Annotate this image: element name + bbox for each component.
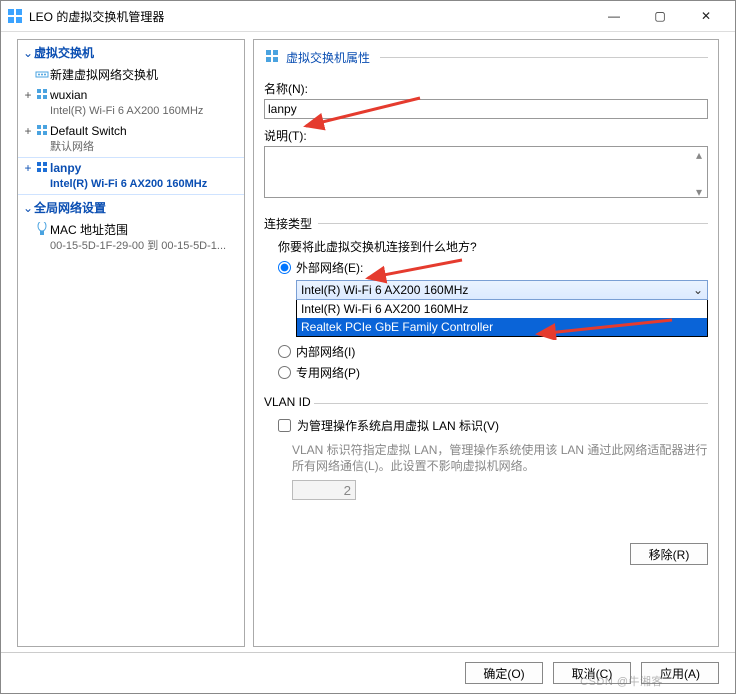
vlan-id-input [292,480,356,500]
radio-private-network[interactable]: 专用网络(P) [278,364,708,381]
section-label: 全局网络设置 [34,199,106,216]
tree-item-lanpy[interactable]: + lanpyIntel(R) Wi-Fi 6 AX200 160MHz [18,157,244,195]
vlan-checkbox-input[interactable] [278,419,291,432]
watermark-text: CSDN @牛湘客 [580,673,663,689]
section-label: 虚拟交换机 [34,44,94,61]
connection-question: 你要将此虚拟交换机连接到什么地方? [278,238,708,255]
section-virtual-switches[interactable]: ⌄ 虚拟交换机 [18,40,244,65]
switch-icon [34,123,50,137]
description-textarea[interactable] [264,146,708,198]
vlan-title: VLAN ID [264,395,311,409]
window-title: LEO 的虚拟交换机管理器 [29,8,591,25]
tree-sublabel: Intel(R) Wi-Fi 6 AX200 160MHz [50,176,207,192]
name-label: 名称(N): [264,80,708,97]
connection-type-title: 连接类型 [264,217,312,231]
tree-item-new-switch[interactable]: 新建虚拟网络交换机 [18,65,244,85]
new-switch-icon [34,67,50,81]
collapse-icon: ⌄ [22,201,34,215]
tree-label: wuxian [50,87,203,103]
checkbox-label: 为管理操作系统启用虚拟 LAN 标识(V) [297,417,499,434]
dropdown-option-realtek[interactable]: Realtek PCIe GbE Family Controller [297,318,707,336]
maximize-button[interactable]: ▢ [637,2,683,30]
adapter-combobox[interactable]: Intel(R) Wi-Fi 6 AX200 160MHz ⌄ [296,280,708,300]
expand-icon[interactable]: + [22,87,34,103]
adapter-dropdown-list: Intel(R) Wi-Fi 6 AX200 160MHz Realtek PC… [296,300,708,337]
minimize-button[interactable]: — [591,2,637,30]
vlan-hint-text: VLAN 标识符指定虚拟 LAN，管理操作系统使用该 LAN 通过此网络适配器进… [292,442,708,474]
collapse-icon: ⌄ [22,46,34,60]
close-button[interactable]: ✕ [683,2,729,30]
tree-item-wuxian[interactable]: + wuxianIntel(R) Wi-Fi 6 AX200 160MHz [18,85,244,121]
tree-item-default-switch[interactable]: + Default Switch默认网络 [18,121,244,157]
radio-internal-input[interactable] [278,345,291,358]
combobox-value: Intel(R) Wi-Fi 6 AX200 160MHz [301,283,468,297]
app-icon [7,8,23,24]
expand-icon[interactable]: + [22,123,34,139]
tree-sublabel: 默认网络 [50,139,127,155]
tree-sublabel: 00-15-5D-1F-29-00 到 00-15-5D-1... [50,238,226,254]
tree-label: 新建虚拟网络交换机 [50,67,158,83]
tree-sublabel: Intel(R) Wi-Fi 6 AX200 160MHz [50,103,203,119]
name-input[interactable] [264,99,708,119]
switch-icon [34,87,50,101]
switch-icon [34,160,50,174]
ok-button[interactable]: 确定(O) [465,662,543,684]
radio-label: 外部网络(E): [296,259,363,276]
radio-private-input[interactable] [278,366,291,379]
radio-label: 内部网络(I) [296,343,355,360]
remove-button[interactable]: 移除(R) [630,543,708,565]
properties-pane: 虚拟交换机属性 名称(N): 说明(T): ▴▾ 连接类型 你要将此虚拟交换机连… [253,39,719,647]
expand-icon[interactable]: + [22,160,34,176]
radio-external-input[interactable] [278,261,291,274]
virtual-switch-manager-window: LEO 的虚拟交换机管理器 — ▢ ✕ ⌄ 虚拟交换机 新建虚拟网络交换机 + … [0,0,736,694]
tree-label: MAC 地址范围 [50,222,226,238]
radio-external-network[interactable]: 外部网络(E): [278,259,708,276]
switch-properties-icon [264,48,280,67]
tree-item-mac-range[interactable]: MAC 地址范围00-15-5D-1F-29-00 到 00-15-5D-1..… [18,220,244,256]
properties-title: 虚拟交换机属性 [286,49,370,66]
scrollbar[interactable]: ▴▾ [692,148,706,199]
radio-label: 专用网络(P) [296,364,360,381]
vlan-enable-checkbox[interactable]: 为管理操作系统启用虚拟 LAN 标识(V) [278,417,708,434]
titlebar: LEO 的虚拟交换机管理器 — ▢ ✕ [1,1,735,32]
radio-internal-network[interactable]: 内部网络(I) [278,343,708,360]
section-global-network[interactable]: ⌄ 全局网络设置 [18,195,244,220]
tree-label: Default Switch [50,123,127,139]
description-label: 说明(T): [264,127,708,144]
left-tree-pane: ⌄ 虚拟交换机 新建虚拟网络交换机 + wuxianIntel(R) Wi-Fi… [17,39,245,647]
tree-label: lanpy [50,160,207,176]
mac-icon [34,222,50,236]
dropdown-option-ax200[interactable]: Intel(R) Wi-Fi 6 AX200 160MHz [297,300,707,318]
chevron-down-icon: ⌄ [691,283,705,297]
